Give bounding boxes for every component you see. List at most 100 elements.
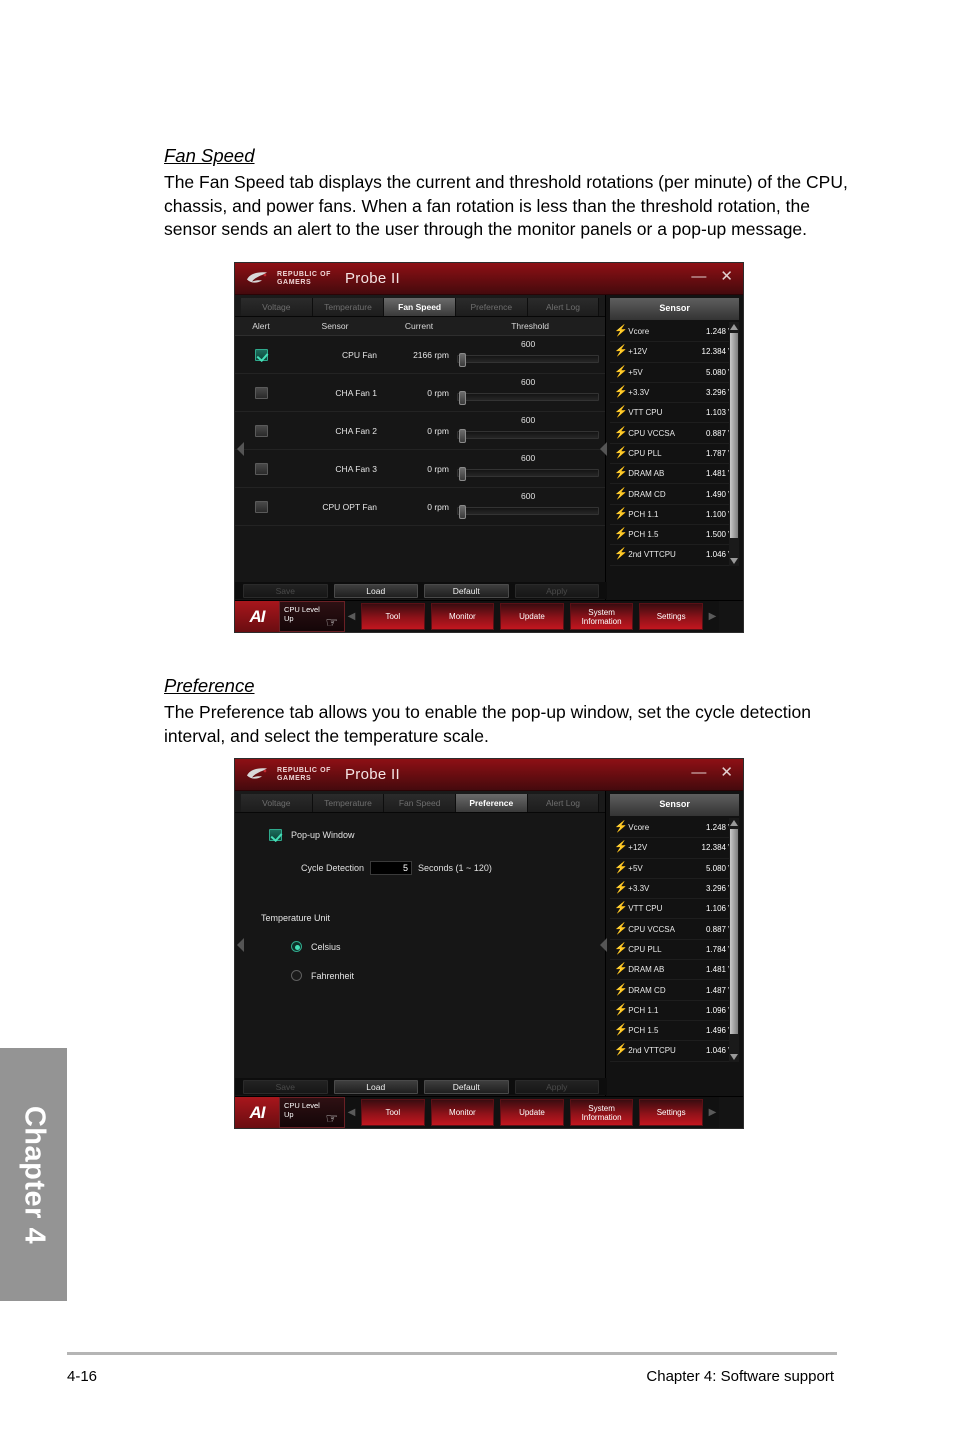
- bolt-icon: ⚡: [614, 922, 628, 935]
- nav-item-tool[interactable]: Tool: [361, 1099, 425, 1126]
- threshold-value: 600: [521, 377, 536, 387]
- navbar-tail: [718, 1097, 743, 1128]
- close-icon[interactable]: ✕: [720, 268, 733, 286]
- table-row: CHA Fan 1 0 rpm 600: [235, 374, 606, 412]
- threshold-slider[interactable]: [457, 391, 600, 405]
- threshold-slider-knob[interactable]: [459, 429, 466, 443]
- threshold-slider-knob[interactable]: [459, 505, 466, 519]
- nav-item-system-information[interactable]: System Information: [569, 1099, 634, 1126]
- sensor-pane-collapse-arrow-icon[interactable]: [600, 937, 608, 952]
- bolt-icon: ⚡: [614, 983, 628, 996]
- alert-checkbox[interactable]: [254, 348, 268, 361]
- scrollbar-thumb[interactable]: [730, 829, 738, 1034]
- chapter-side-tab-label: Chapter 4: [18, 1105, 50, 1244]
- scroll-down-arrow-icon[interactable]: [730, 1053, 738, 1060]
- default-button[interactable]: Default: [424, 583, 509, 598]
- nav-item-system-information[interactable]: System Information: [569, 603, 634, 630]
- main-pane-preference: Voltage Temperature Fan Speed Preference…: [235, 791, 607, 1098]
- scrollbar-thumb[interactable]: [730, 333, 738, 538]
- tab-temperature[interactable]: Temperature: [312, 794, 385, 812]
- tab-fan-speed[interactable]: Fan Speed: [384, 298, 456, 316]
- close-icon[interactable]: ✕: [720, 764, 733, 782]
- sensor-scrollbar[interactable]: [729, 322, 739, 566]
- probe-ii-window-preference: REPUBLIC OF GAMERS Probe II — ✕ Voltage …: [234, 758, 744, 1129]
- threshold-slider-knob[interactable]: [459, 391, 466, 405]
- nav-item-monitor[interactable]: Monitor: [430, 603, 495, 630]
- column-header-threshold: Threshold: [511, 321, 550, 331]
- save-button[interactable]: Save: [243, 1079, 328, 1094]
- tab-alert-log[interactable]: Alert Log: [527, 298, 600, 316]
- fahrenheit-radio[interactable]: [291, 970, 302, 981]
- threshold-slider[interactable]: [457, 467, 600, 481]
- sensor-name: CPU VCCSA: [628, 428, 675, 438]
- scroll-down-arrow-icon[interactable]: [730, 557, 738, 564]
- scroll-up-arrow-icon[interactable]: [730, 820, 738, 826]
- tab-temperature[interactable]: Temperature: [312, 298, 385, 316]
- threshold-cell: 600: [455, 412, 605, 449]
- probe-ii-window-fan-speed: REPUBLIC OF GAMERS Probe II — ✕ Voltage …: [234, 262, 744, 633]
- tab-voltage[interactable]: Voltage: [241, 794, 313, 812]
- sensor-pane-collapse-arrow-icon[interactable]: [600, 441, 608, 456]
- bolt-icon: ⚡: [614, 548, 628, 561]
- sensor-scrollbar[interactable]: [729, 818, 739, 1062]
- nav-prev-arrow-icon[interactable]: ◀: [345, 601, 358, 632]
- sensor-value: 1.500: [705, 530, 726, 540]
- cpu-level-up-button[interactable]: CPU Level Up ☞: [279, 601, 345, 632]
- nav-item-update[interactable]: Update: [500, 1099, 564, 1126]
- threshold-slider-knob[interactable]: [459, 353, 466, 367]
- nav-next-arrow-icon[interactable]: ▶: [706, 1097, 719, 1128]
- alert-checkbox[interactable]: [254, 424, 268, 437]
- cycle-detection-input[interactable]: [370, 861, 413, 875]
- save-button[interactable]: Save: [243, 583, 328, 598]
- threshold-slider[interactable]: [457, 353, 600, 367]
- nav-item-update[interactable]: Update: [500, 603, 564, 630]
- bolt-icon: ⚡: [614, 446, 628, 459]
- default-button[interactable]: Default: [424, 1079, 509, 1094]
- alert-checkbox[interactable]: [254, 500, 268, 513]
- nav-item-settings[interactable]: Settings: [639, 1099, 703, 1126]
- ai-suite-logo-text: AI: [249, 1102, 266, 1122]
- minimize-icon[interactable]: —: [691, 268, 706, 286]
- tab-voltage[interactable]: Voltage: [241, 298, 313, 316]
- action-button-row: Save Load Default Apply: [235, 1078, 607, 1095]
- celsius-radio[interactable]: [291, 941, 302, 952]
- sensor-value: 5.080: [705, 367, 726, 377]
- nav-item-tool[interactable]: Tool: [361, 603, 425, 630]
- pane-collapse-left-arrow-icon[interactable]: [237, 441, 244, 456]
- tab-alert-log[interactable]: Alert Log: [527, 794, 600, 812]
- section-preference: Preference The Preference tab allows you…: [164, 675, 864, 748]
- sensor-value: 1.046: [705, 550, 726, 560]
- sensor-value: 1.046: [705, 1046, 726, 1056]
- tab-preference[interactable]: Preference: [455, 298, 528, 316]
- threshold-cell: 600: [455, 374, 605, 411]
- bolt-icon: ⚡: [614, 821, 628, 834]
- load-button[interactable]: Load: [333, 583, 418, 598]
- apply-button[interactable]: Apply: [514, 583, 599, 598]
- pane-collapse-left-arrow-icon[interactable]: [237, 937, 244, 952]
- list-item: ⚡ DRAM CD 1.490 V: [610, 484, 739, 505]
- alert-checkbox[interactable]: [254, 462, 268, 475]
- nav-next-arrow-icon[interactable]: ▶: [706, 601, 719, 632]
- sensor-list: ⚡ Vcore 1.248 V ⚡ +12V 12.384 V ⚡ +5V 5.…: [610, 818, 739, 1062]
- tab-preference[interactable]: Preference: [455, 794, 528, 812]
- popup-window-checkbox[interactable]: [269, 829, 282, 841]
- nav-item-settings[interactable]: Settings: [639, 603, 703, 630]
- tab-fan-speed[interactable]: Fan Speed: [384, 794, 456, 812]
- window-title-bar: REPUBLIC OF GAMERS Probe II — ✕: [235, 759, 743, 791]
- threshold-slider[interactable]: [457, 429, 600, 443]
- load-button[interactable]: Load: [333, 1079, 418, 1094]
- threshold-slider-knob[interactable]: [459, 467, 466, 481]
- nav-prev-arrow-icon[interactable]: ◀: [345, 1097, 358, 1128]
- sensor-value: 1.784: [705, 944, 726, 954]
- scroll-up-arrow-icon[interactable]: [730, 324, 738, 330]
- cpu-level-up-button[interactable]: CPU Level Up ☞: [279, 1097, 345, 1128]
- nav-item-monitor[interactable]: Monitor: [430, 1099, 495, 1126]
- app-title: Probe II: [345, 270, 400, 287]
- alert-checkbox[interactable]: [254, 386, 268, 399]
- minimize-icon[interactable]: —: [691, 764, 706, 782]
- sensor-panel-title: Sensor: [610, 298, 739, 320]
- threshold-slider[interactable]: [457, 505, 600, 519]
- apply-button[interactable]: Apply: [514, 1079, 599, 1094]
- sensor-name: DRAM CD: [628, 985, 666, 995]
- sensor-value: 3.296: [705, 388, 726, 398]
